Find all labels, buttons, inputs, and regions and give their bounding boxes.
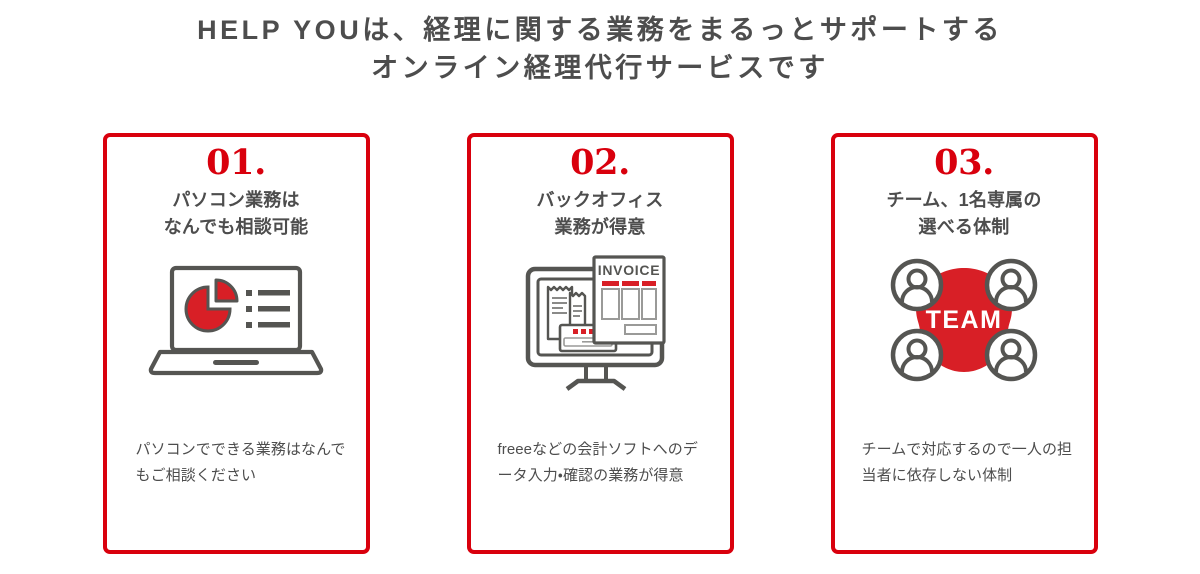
card-description-03: チームで対応するので一人の担当者に依存しない体制 (861, 441, 1073, 484)
card-description-02: freeeなどの会計ソフトへのデータ入力・確認の業務が得意 (497, 441, 698, 484)
page-title: HELP YOUは、経理に関する業務をまるっとサポートする オンライン経理代行サ… (0, 0, 1200, 88)
card-description-01: パソコンでできる業務はなんでもご相談ください (135, 441, 346, 484)
page-title-line-2: オンライン経理代行サービスです (371, 53, 829, 84)
card-number-02: 02. (570, 142, 630, 183)
card-title-01-line-1: パソコン業務は (172, 190, 300, 210)
team-label: TEAM (926, 306, 1003, 334)
page-title-line-1: HELP YOUは、経理に関する業務をまるっとサポートする (197, 15, 1003, 45)
card-title-03-line-2: 選べる体制 (918, 216, 1010, 237)
feature-card-02: 02. バックオフィス 業務が得意 INVOICE freeeなどの会計ソフトへ… (466, 133, 734, 554)
card-title-03: チーム、1名専属の 選べる体制 (886, 187, 1041, 240)
card-number-01: 01. (206, 142, 266, 183)
card-title-01-line-2: なんでも相談可能 (163, 216, 309, 237)
feature-card-03: 03. チーム、1名専属の 選べる体制 TEAM チームで対応するので一人の担当… (830, 133, 1098, 554)
card-title-02: バックオフィス 業務が得意 (537, 187, 664, 240)
card-title-03-line-1: チーム、1名専属の (886, 190, 1042, 210)
card-title-02-line-2: 業務が得意 (554, 216, 646, 237)
laptop-pie-chart-icon (146, 246, 326, 396)
feature-cards-row: 01. パソコン業務は なんでも相談可能 パソコンでできる業務はなんでもご相談く… (0, 133, 1200, 554)
monitor-invoice-icon: INVOICE (520, 246, 680, 396)
team-members-icon: TEAM (884, 246, 1044, 396)
card-title-01: パソコン業務は なんでも相談可能 (164, 187, 309, 240)
card-number-03: 03. (934, 142, 994, 183)
feature-card-01: 01. パソコン業務は なんでも相談可能 パソコンでできる業務はなんでもご相談く… (102, 133, 370, 554)
card-title-02-line-1: バックオフィス (536, 190, 664, 210)
invoice-label: INVOICE (598, 262, 660, 278)
